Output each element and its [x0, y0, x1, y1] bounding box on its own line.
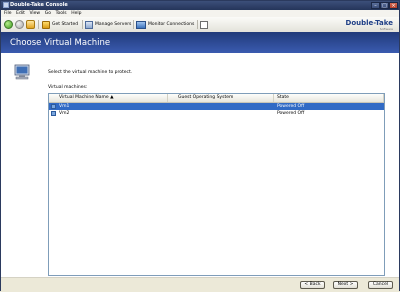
- column-header-label: Virtual Machine Name: [59, 95, 109, 100]
- toolbar-separator: [197, 20, 198, 29]
- minimize-button[interactable]: –: [371, 2, 380, 9]
- home-icon[interactable]: [26, 20, 35, 29]
- close-button[interactable]: ×: [389, 2, 398, 9]
- page-title: Choose Virtual Machine: [10, 38, 111, 48]
- column-header-state[interactable]: State: [274, 94, 384, 102]
- manage-servers-button[interactable]: Manage Servers: [85, 19, 131, 30]
- get-started-button[interactable]: Get Started: [42, 19, 78, 30]
- toolbar-separator: [82, 20, 83, 29]
- back-button[interactable]: < Back: [300, 281, 325, 289]
- get-started-label: Get Started: [52, 22, 79, 27]
- wizard-header: Choose Virtual Machine: [1, 32, 399, 53]
- toolbar: Get Started Manage Servers Monitor Conne…: [1, 17, 399, 33]
- next-button[interactable]: Next >: [333, 281, 358, 289]
- menu-tools[interactable]: Tools: [56, 10, 67, 17]
- toolbar-separator: [133, 20, 134, 29]
- shield-icon: [42, 20, 50, 29]
- forward-nav-icon[interactable]: [15, 20, 24, 29]
- table-row[interactable]: Vm1 Powered Off: [49, 103, 384, 110]
- server-icon: [85, 20, 93, 29]
- sort-arrow-icon: ▲: [110, 95, 114, 100]
- menu-edit[interactable]: Edit: [16, 10, 25, 17]
- menu-bar: File Edit View Go Tools Help: [1, 10, 399, 17]
- back-nav-icon[interactable]: [4, 20, 13, 29]
- virtual-machine-icon: [51, 104, 56, 109]
- vm-name-cell: Vm2: [59, 111, 70, 116]
- maximize-button[interactable]: □: [380, 2, 389, 9]
- computer-icon: [14, 64, 30, 80]
- brand-subtitle: Software: [379, 27, 393, 31]
- vm-list-label: Virtual machines:: [48, 85, 88, 90]
- title-bar: Double-Take Console – □ ×: [1, 1, 399, 10]
- monitor-connections-button[interactable]: Monitor Connections: [136, 19, 194, 30]
- cancel-button[interactable]: Cancel: [368, 281, 393, 289]
- vm-state-cell: Powered Off: [277, 104, 305, 109]
- brand-name: Double-Take: [345, 19, 393, 27]
- app-icon: [3, 2, 9, 8]
- column-header-label: Guest Operating System: [178, 95, 234, 100]
- wizard-button-bar: < Back Next > Cancel: [1, 277, 399, 292]
- instructions-text: Select the virtual machine to protect.: [48, 70, 133, 75]
- console-window: Double-Take Console – □ × File Edit View…: [0, 0, 400, 292]
- reports-button[interactable]: [200, 19, 210, 30]
- manage-servers-label: Manage Servers: [95, 22, 132, 27]
- table-row[interactable]: Vm2 Powered Off: [49, 110, 384, 117]
- monitor-connections-label: Monitor Connections: [148, 22, 195, 27]
- vm-table: Virtual Machine Name ▲ Guest Operating S…: [48, 93, 385, 276]
- menu-file[interactable]: File: [4, 10, 12, 17]
- column-header-vm-name[interactable]: Virtual Machine Name ▲: [49, 94, 168, 102]
- window-title: Double-Take Console: [10, 2, 68, 8]
- vm-name-cell: Vm1: [59, 104, 70, 109]
- toolbar-separator: [38, 20, 39, 29]
- menu-view[interactable]: View: [29, 10, 40, 17]
- brand-logo: Double-Take Software: [345, 19, 393, 31]
- menu-go[interactable]: Go: [45, 10, 51, 17]
- document-icon: [200, 20, 208, 29]
- vm-state-cell: Powered Off: [277, 111, 305, 116]
- menu-help[interactable]: Help: [71, 10, 81, 17]
- column-header-label: State: [277, 95, 289, 100]
- column-header-guest-os[interactable]: Guest Operating System: [168, 94, 274, 102]
- vm-table-header: Virtual Machine Name ▲ Guest Operating S…: [49, 94, 384, 103]
- virtual-machine-icon: [51, 111, 56, 116]
- monitor-icon: [136, 20, 146, 29]
